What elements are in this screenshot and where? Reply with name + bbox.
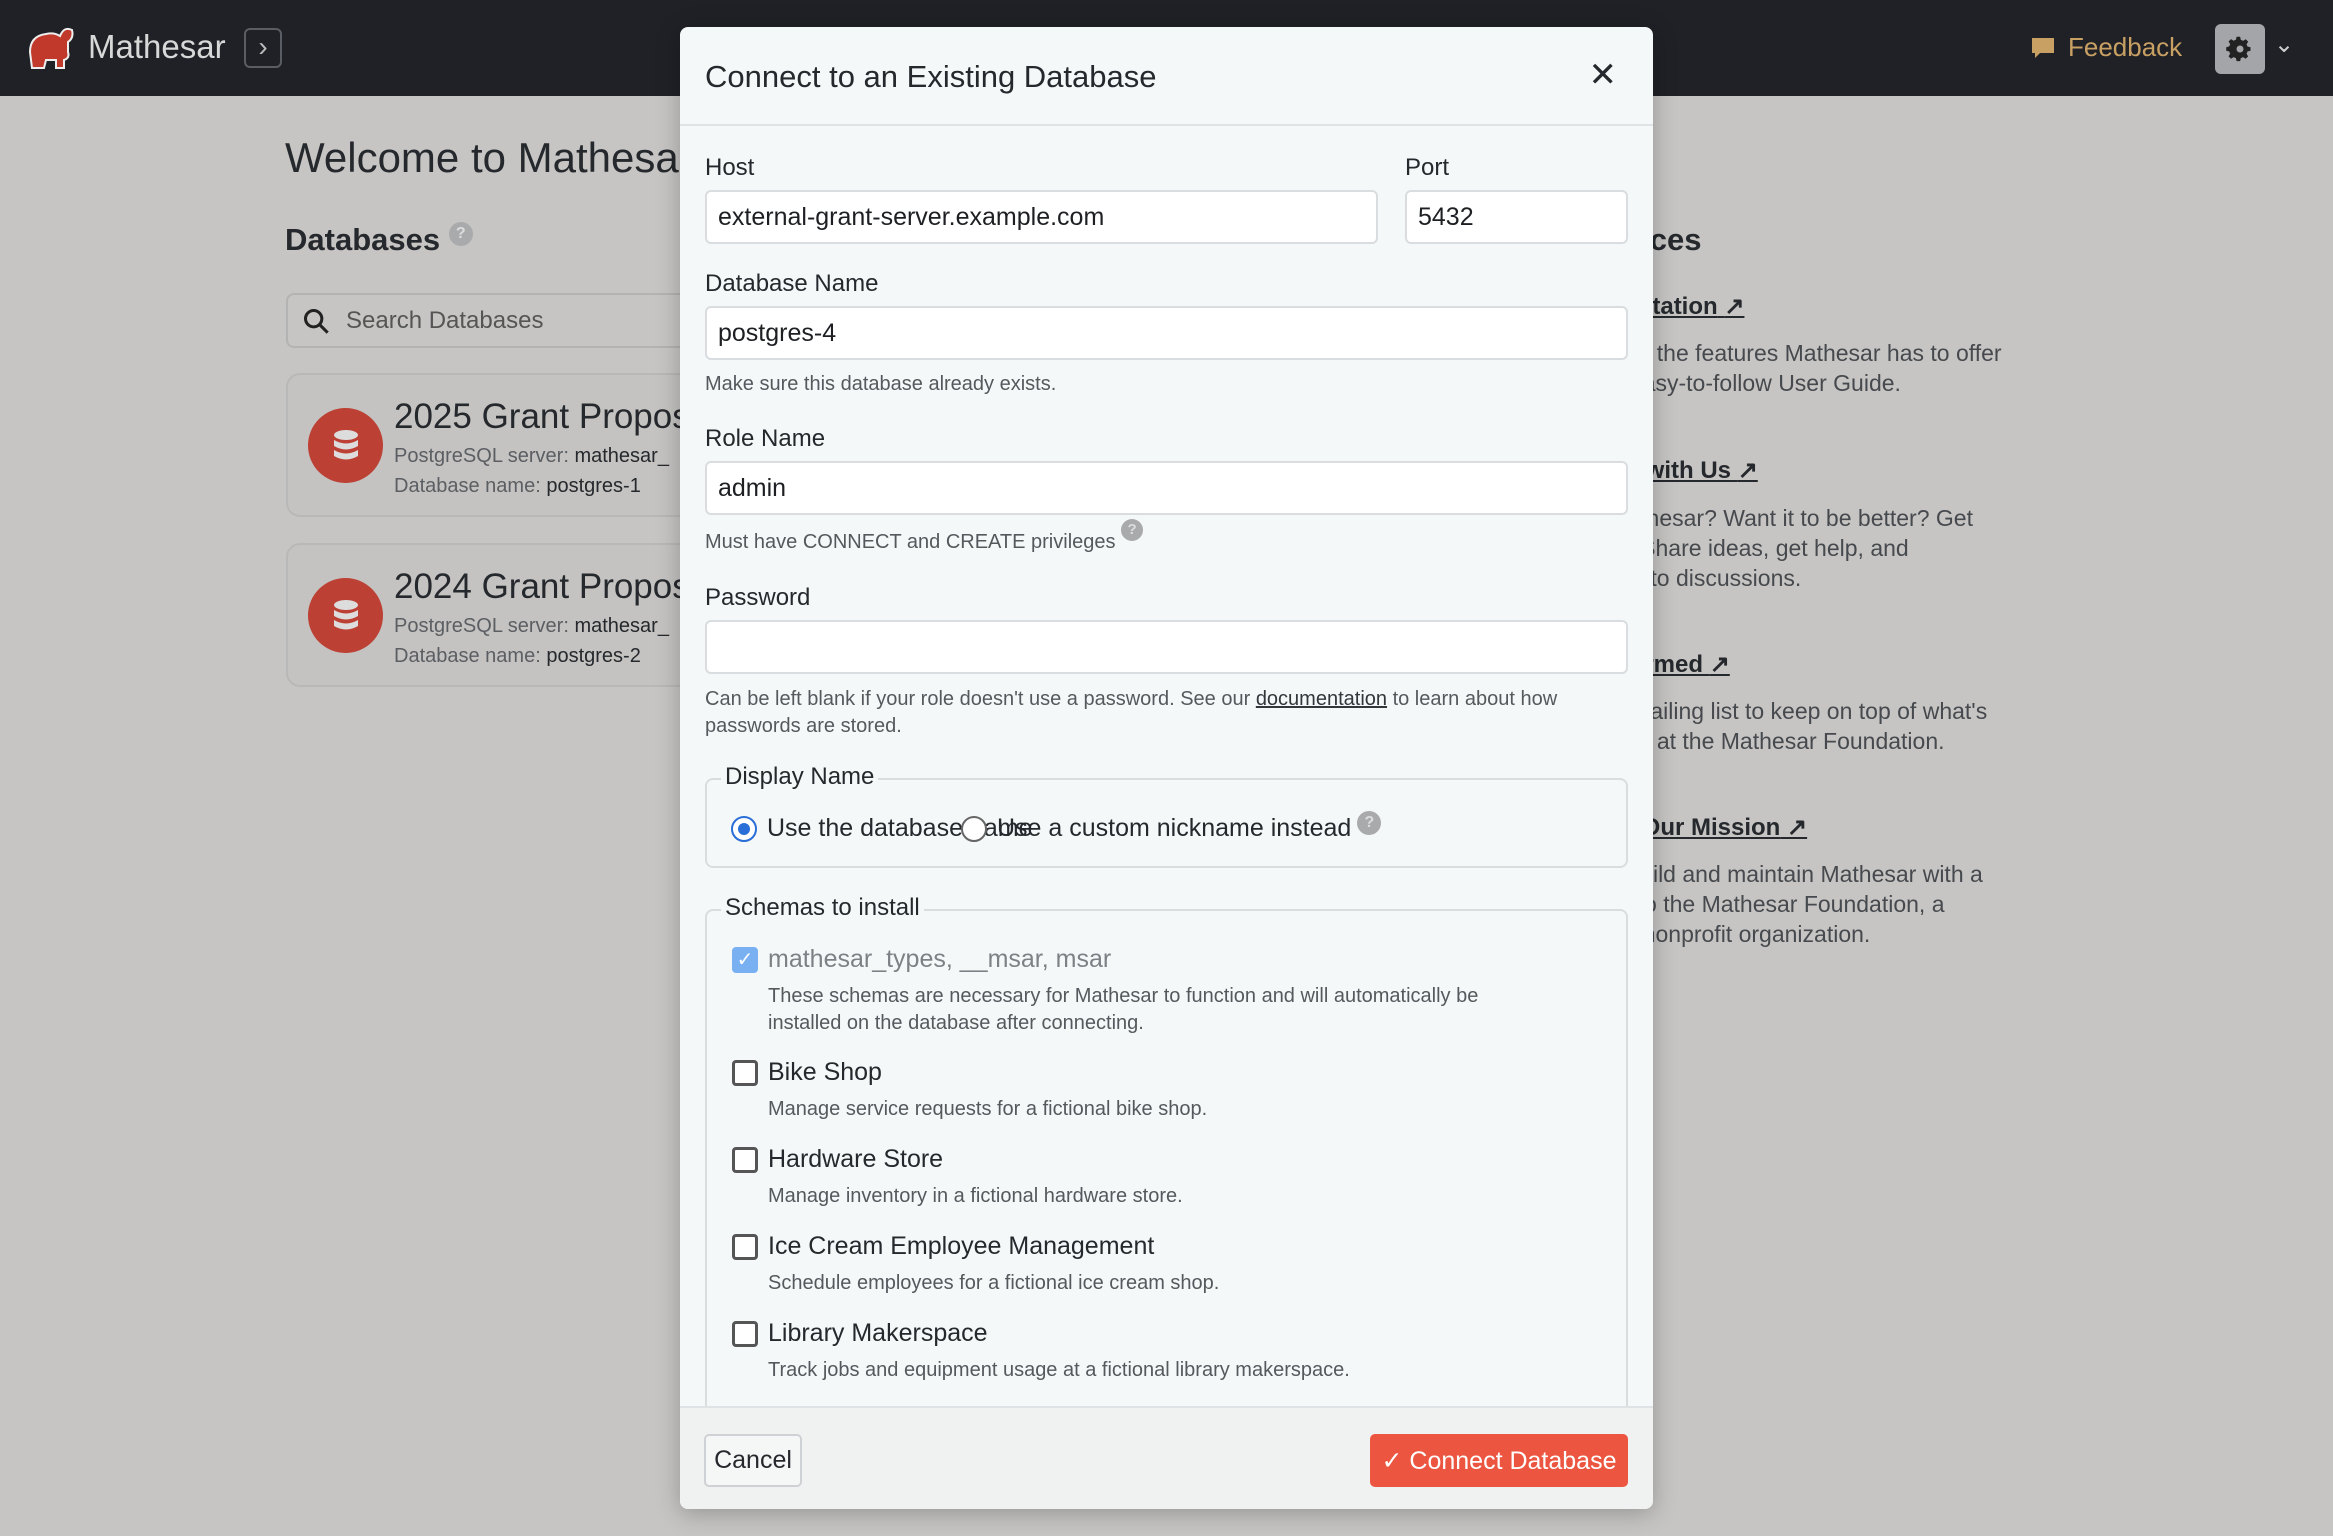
schema-name: Bike Shop: [768, 1058, 882, 1086]
page-title: Welcome to Mathesar: [285, 134, 693, 181]
dbname-value: postgres-1: [546, 475, 641, 497]
role-name-hint: Must have CONNECT and CREATE privileges …: [705, 519, 1144, 556]
host-label: Host: [705, 154, 755, 181]
role-hint-text: Must have CONNECT and CREATE privileges: [705, 531, 1116, 553]
schemas-legend: Schemas to install: [721, 894, 924, 922]
server-label: PostgreSQL server:: [394, 445, 569, 467]
checkbox-checked-icon: ✓: [732, 947, 758, 973]
port-input[interactable]: [1405, 190, 1628, 244]
modal-footer: Cancel ✓ Connect Database: [680, 1406, 1653, 1509]
connect-database-button[interactable]: ✓ Connect Database: [1370, 1434, 1628, 1487]
role-name-input[interactable]: [705, 461, 1628, 515]
desc-line: installed on the database after connecti…: [768, 1012, 1144, 1034]
checkbox-icon[interactable]: [732, 1321, 758, 1347]
radio-unselected-icon: [961, 815, 987, 842]
resources-section: Resources Documentation ↗ Explore all th…: [1543, 0, 2303, 960]
databases-heading: Databases ?: [285, 222, 473, 258]
help-icon[interactable]: ?: [1357, 810, 1382, 835]
display-name-legend: Display Name: [721, 763, 879, 791]
external-link-icon: ↗: [1709, 651, 1730, 678]
dbname-label: Database name:: [394, 475, 541, 497]
dbname-value: postgres-2: [546, 645, 641, 667]
schema-name: mathesar_types, __msar, msar: [768, 945, 1112, 973]
checkbox-icon[interactable]: [732, 1234, 758, 1260]
server-label: PostgreSQL server:: [394, 615, 569, 637]
radio-selected-icon: [731, 815, 757, 842]
password-input[interactable]: [705, 620, 1628, 674]
schema-description: These schemas are necessary for Mathesar…: [768, 983, 1478, 1037]
search-placeholder: Search Databases: [346, 306, 544, 334]
schema-description: Track jobs and equipment usage at a fict…: [768, 1359, 1350, 1381]
database-icon: [308, 408, 383, 483]
modal-title: Connect to an Existing Database: [705, 59, 1157, 94]
mathesar-logo-icon[interactable]: [24, 22, 76, 74]
role-name-label: Role Name: [705, 425, 826, 452]
external-link-icon: ↗: [1787, 814, 1808, 841]
help-icon[interactable]: ?: [1121, 519, 1144, 541]
modal-header: Connect to an Existing Database ✕: [680, 27, 1653, 126]
database-name: Database name: postgres-2: [394, 645, 641, 668]
check-icon: ✓: [1381, 1446, 1410, 1475]
database-server: PostgreSQL server: mathesar_: [394, 615, 669, 638]
radio-custom-nickname[interactable]: Use a custom nickname instead?: [961, 810, 1382, 843]
cancel-button[interactable]: Cancel: [704, 1434, 802, 1487]
search-icon: [303, 308, 329, 334]
schema-description: Manage inventory in a fictional hardware…: [768, 1185, 1183, 1207]
schema-name: Library Makerspace: [768, 1319, 988, 1347]
port-label: Port: [1405, 154, 1450, 181]
expand-nav-button[interactable]: ›: [244, 28, 282, 68]
host-input[interactable]: [705, 190, 1378, 244]
close-icon[interactable]: ✕: [1589, 55, 1618, 95]
database-name-input[interactable]: [705, 306, 1628, 360]
display-name-fieldset: Display Name Use the database name Use a…: [705, 763, 1628, 868]
server-value: mathesar_: [574, 615, 669, 637]
database-name-hint: Make sure this database already exists.: [705, 373, 1057, 395]
password-hint: Can be left blank if your role doesn't u…: [705, 686, 1635, 740]
external-link-icon: ↗: [1724, 293, 1745, 320]
documentation-link[interactable]: documentation: [1256, 688, 1387, 710]
password-label: Password: [705, 584, 811, 611]
connect-label: Connect Database: [1409, 1446, 1617, 1475]
checkbox-icon[interactable]: [732, 1060, 758, 1086]
dbname-label: Database name:: [394, 645, 541, 667]
databases-heading-text: Databases: [285, 222, 441, 257]
desc-line: These schemas are necessary for Mathesar…: [768, 985, 1479, 1007]
schema-description: Schedule employees for a fictional ice c…: [768, 1272, 1220, 1294]
radio-label: Use a custom nickname instead: [997, 814, 1352, 842]
external-link-icon: ↗: [1737, 457, 1758, 484]
hint-text: Can be left blank if your role doesn't u…: [705, 688, 1256, 710]
help-icon[interactable]: ?: [448, 222, 473, 246]
database-name-label: Database Name: [705, 270, 879, 297]
checkbox-icon[interactable]: [732, 1147, 758, 1173]
schema-name: Ice Cream Employee Management: [768, 1232, 1155, 1260]
schemas-fieldset: Schemas to install ✓ mathesar_types, __m…: [705, 894, 1628, 1469]
database-server: PostgreSQL server: mathesar_: [394, 445, 669, 468]
server-value: mathesar_: [574, 445, 669, 467]
database-name: Database name: postgres-1: [394, 475, 641, 498]
database-icon: [308, 578, 383, 653]
schema-description: Manage service requests for a fictional …: [768, 1098, 1208, 1120]
chevron-right-icon: ›: [258, 31, 268, 62]
connect-database-modal: Connect to an Existing Database ✕ Host P…: [680, 27, 1653, 1509]
app-name[interactable]: Mathesar: [88, 28, 226, 66]
schema-name: Hardware Store: [768, 1145, 944, 1173]
